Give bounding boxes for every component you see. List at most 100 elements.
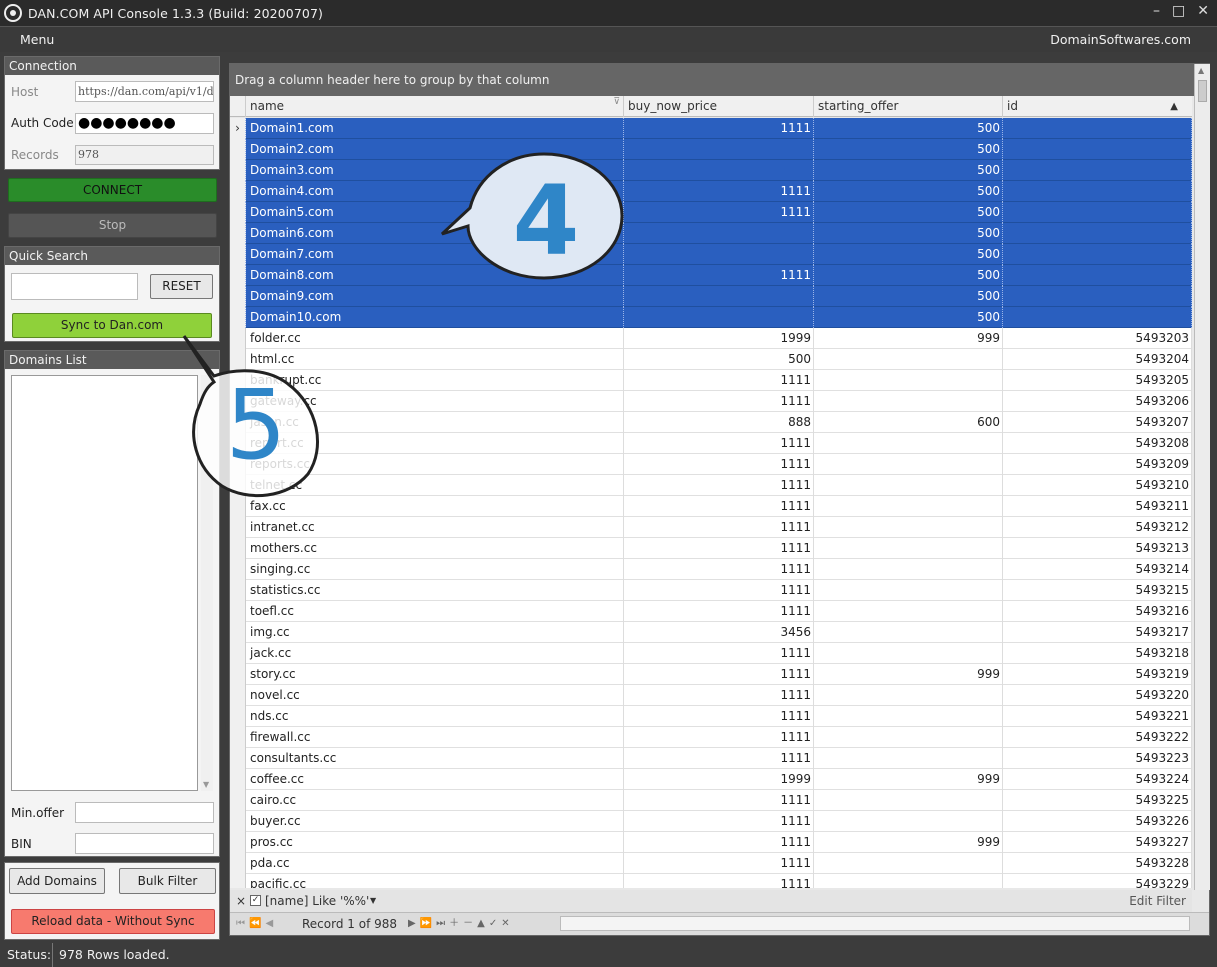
cell-buy-now-price[interactable]: 1999 bbox=[624, 769, 814, 790]
row-indicator[interactable] bbox=[230, 685, 246, 706]
cell-starting-offer[interactable] bbox=[814, 433, 1003, 454]
cell-id[interactable]: 5493221 bbox=[1003, 706, 1192, 727]
table-row[interactable]: Domain9.com 500 bbox=[230, 286, 1192, 307]
cell-starting-offer[interactable] bbox=[814, 601, 1003, 622]
table-row[interactable]: reports.cc11115493209 bbox=[230, 454, 1192, 475]
cell-id[interactable]: 5493208 bbox=[1003, 433, 1192, 454]
row-indicator[interactable] bbox=[230, 874, 246, 888]
reset-button[interactable]: RESET bbox=[150, 274, 213, 299]
cell-buy-now-price[interactable]: 1111 bbox=[624, 580, 814, 601]
cell-buy-now-price[interactable]: 1111 bbox=[624, 181, 814, 202]
cell-id[interactable] bbox=[1003, 139, 1192, 160]
cell-buy-now-price[interactable]: 1111 bbox=[624, 370, 814, 391]
cell-starting-offer[interactable]: 999 bbox=[814, 328, 1003, 349]
cell-starting-offer[interactable] bbox=[814, 496, 1003, 517]
row-indicator[interactable] bbox=[230, 769, 246, 790]
cell-buy-now-price[interactable]: 1111 bbox=[624, 538, 814, 559]
cell-id[interactable] bbox=[1003, 181, 1192, 202]
cell-name[interactable]: pda.cc bbox=[246, 853, 624, 874]
cell-id[interactable] bbox=[1003, 265, 1192, 286]
row-indicator[interactable] bbox=[230, 538, 246, 559]
table-row[interactable]: Domain5.com 1111 500 bbox=[230, 202, 1192, 223]
row-indicator[interactable] bbox=[230, 265, 246, 286]
cell-id[interactable] bbox=[1003, 307, 1192, 328]
cell-id[interactable]: 5493204 bbox=[1003, 349, 1192, 370]
row-indicator[interactable] bbox=[230, 559, 246, 580]
clear-filter-icon[interactable]: × bbox=[236, 890, 246, 912]
bin-input[interactable] bbox=[75, 833, 214, 854]
cell-id[interactable]: 5493210 bbox=[1003, 475, 1192, 496]
table-row[interactable]: cairo.cc 1111 5493225 bbox=[230, 790, 1192, 811]
close-button[interactable]: ✕ bbox=[1197, 3, 1209, 19]
cell-buy-now-price[interactable]: 1111 bbox=[624, 517, 814, 538]
cell-name[interactable]: firewall.cc bbox=[246, 727, 624, 748]
cell-id[interactable]: 5493218 bbox=[1003, 643, 1192, 664]
cell-starting-offer[interactable]: 999 bbox=[814, 769, 1003, 790]
table-row[interactable]: Domain2.com 500 bbox=[230, 139, 1192, 160]
cell-starting-offer[interactable] bbox=[814, 727, 1003, 748]
cell-starting-offer[interactable] bbox=[814, 853, 1003, 874]
table-row[interactable]: › Domain1.com 1111 500 bbox=[230, 118, 1192, 139]
table-row[interactable]: html.cc 500 5493204 bbox=[230, 349, 1192, 370]
row-indicator[interactable] bbox=[230, 139, 246, 160]
row-indicator[interactable] bbox=[230, 853, 246, 874]
cell-buy-now-price[interactable]: 1111 bbox=[624, 811, 814, 832]
cell-buy-now-price[interactable]: 1111 bbox=[624, 832, 814, 853]
cell-name[interactable]: singing.cc bbox=[246, 559, 624, 580]
column-header-name[interactable]: name ⊽ bbox=[246, 96, 624, 117]
row-indicator[interactable] bbox=[230, 811, 246, 832]
host-input[interactable]: https://dan.com/api/v1/domai bbox=[75, 81, 214, 102]
table-row[interactable]: novel.cc 1111 5493220 bbox=[230, 685, 1192, 706]
table-row[interactable]: Domain8.com 1111 500 bbox=[230, 265, 1192, 286]
cell-buy-now-price[interactable]: 3456 bbox=[624, 622, 814, 643]
cell-starting-offer[interactable] bbox=[814, 391, 1003, 412]
cell-buy-now-price[interactable] bbox=[624, 139, 814, 160]
cell-starting-offer[interactable] bbox=[814, 706, 1003, 727]
cell-name[interactable]: mothers.cc bbox=[246, 538, 624, 559]
row-indicator[interactable] bbox=[230, 643, 246, 664]
horizontal-scrollbar[interactable] bbox=[560, 916, 1190, 931]
cell-name[interactable]: statistics.cc bbox=[246, 580, 624, 601]
table-row[interactable]: img.cc 3456 5493217 bbox=[230, 622, 1192, 643]
cell-starting-offer[interactable]: 500 bbox=[814, 139, 1003, 160]
nav-next-last-icons[interactable]: ▶⏩⏭＋－▲✓✕ bbox=[408, 913, 514, 935]
table-row[interactable]: pacific.cc 1111 5493229 bbox=[230, 874, 1192, 888]
cell-starting-offer[interactable] bbox=[814, 622, 1003, 643]
table-row[interactable]: nds.cc 1111 5493221 bbox=[230, 706, 1192, 727]
column-header-id[interactable]: id ▲ bbox=[1003, 96, 1192, 117]
cell-buy-now-price[interactable]: 1111 bbox=[624, 664, 814, 685]
scroll-thumb[interactable] bbox=[1198, 80, 1207, 102]
table-row[interactable]: jack.cc 1111 5493218 bbox=[230, 643, 1192, 664]
cell-starting-offer[interactable]: 600 bbox=[814, 412, 1003, 433]
row-indicator[interactable] bbox=[230, 748, 246, 769]
table-row[interactable]: singing.cc 1111 5493214 bbox=[230, 559, 1192, 580]
cell-id[interactable]: 5493227 bbox=[1003, 832, 1192, 853]
cell-id[interactable]: 5493205 bbox=[1003, 370, 1192, 391]
connect-button[interactable]: CONNECT bbox=[8, 178, 217, 202]
table-row[interactable]: mothers.cc 1111 5493213 bbox=[230, 538, 1192, 559]
cell-buy-now-price[interactable]: 1999 bbox=[624, 328, 814, 349]
cell-buy-now-price[interactable]: 1111 bbox=[624, 874, 814, 888]
cell-buy-now-price[interactable] bbox=[624, 160, 814, 181]
row-indicator[interactable] bbox=[230, 517, 246, 538]
cell-id[interactable]: 5493216 bbox=[1003, 601, 1192, 622]
cell-buy-now-price[interactable] bbox=[624, 223, 814, 244]
table-row[interactable]: folder.cc 1999 999 5493203 bbox=[230, 328, 1192, 349]
cell-id[interactable]: 5493219 bbox=[1003, 664, 1192, 685]
cell-id[interactable]: 5493217 bbox=[1003, 622, 1192, 643]
cell-starting-offer[interactable] bbox=[814, 748, 1003, 769]
cell-id[interactable]: 5493224 bbox=[1003, 769, 1192, 790]
cell-name[interactable]: Domain10.com bbox=[246, 307, 624, 328]
cell-starting-offer[interactable] bbox=[814, 811, 1003, 832]
row-indicator[interactable] bbox=[230, 664, 246, 685]
table-row[interactable]: Domain10.com 500 bbox=[230, 307, 1192, 328]
cell-name[interactable]: pacific.cc bbox=[246, 874, 624, 888]
cell-starting-offer[interactable] bbox=[814, 559, 1003, 580]
cell-buy-now-price[interactable]: 888 bbox=[624, 412, 814, 433]
cell-starting-offer[interactable]: 500 bbox=[814, 307, 1003, 328]
column-header-buy-now-price[interactable]: buy_now_price bbox=[624, 96, 814, 117]
cell-starting-offer[interactable]: 999 bbox=[814, 664, 1003, 685]
row-indicator[interactable] bbox=[230, 790, 246, 811]
site-link[interactable]: DomainSoftwares.com bbox=[1050, 32, 1191, 47]
cell-buy-now-price[interactable]: 1111 bbox=[624, 790, 814, 811]
